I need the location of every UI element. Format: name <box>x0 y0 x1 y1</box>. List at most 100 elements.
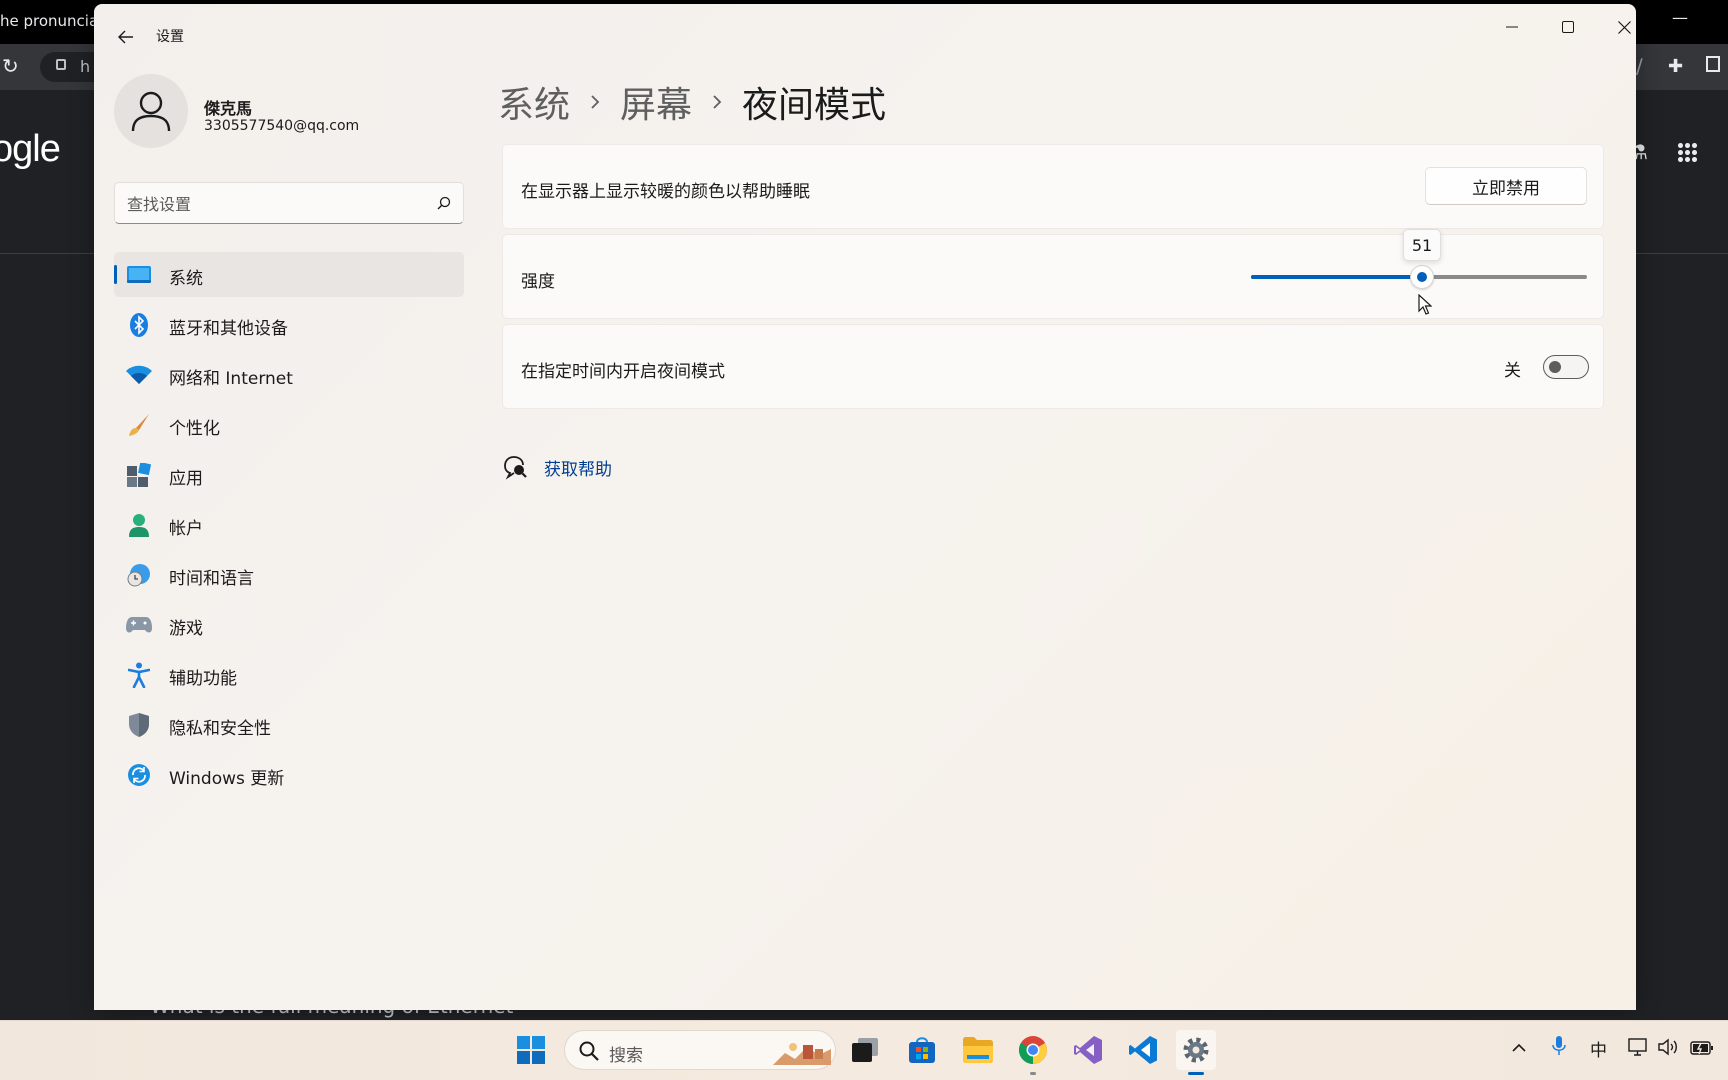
microphone-icon <box>1552 1036 1566 1055</box>
network-icon <box>1628 1038 1647 1056</box>
minimize-icon <box>1506 26 1518 28</box>
search-box[interactable] <box>114 182 464 224</box>
chrome-button[interactable] <box>1013 1030 1053 1070</box>
wifi-icon <box>126 362 152 388</box>
sidebar-item-label: Windows 更新 <box>169 769 285 789</box>
sidebar-item-label: 隐私和安全性 <box>169 719 271 739</box>
sidebar-item-label: 应用 <box>169 469 203 489</box>
close-icon <box>1617 20 1631 34</box>
task-view-button[interactable] <box>845 1030 885 1070</box>
search-icon <box>579 1041 599 1061</box>
maximize-button[interactable] <box>1542 10 1594 44</box>
globe-clock-icon <box>126 562 152 588</box>
strength-label: 强度 <box>521 272 555 292</box>
system-icon <box>126 262 152 288</box>
volume-icon <box>1658 1038 1677 1056</box>
schedule-label: 在指定时间内开启夜间模式 <box>521 362 725 382</box>
back-button[interactable] <box>110 22 142 52</box>
settings-taskbar-button[interactable] <box>1176 1030 1216 1070</box>
brush-icon <box>126 412 152 438</box>
battery-button[interactable] <box>1690 1040 1714 1061</box>
gear-icon <box>1183 1037 1209 1063</box>
running-indicator <box>1030 1072 1036 1075</box>
browser-minimize-icon[interactable]: — <box>1672 8 1688 27</box>
show-hidden-icons-button[interactable] <box>1512 1038 1526 1058</box>
network-button[interactable] <box>1628 1038 1648 1061</box>
store-icon <box>909 1037 935 1063</box>
toggle-knob <box>1549 361 1561 373</box>
browser-url: h <box>80 57 91 76</box>
taskbar-search-label: 搜索 <box>609 1046 643 1066</box>
sidebar-item-gaming[interactable]: 游戏 <box>114 602 464 647</box>
sidebar-item-accounts[interactable]: 帐户 <box>114 502 464 547</box>
accessibility-icon <box>126 662 152 688</box>
task-view-icon <box>852 1038 878 1062</box>
google-logo: ogle <box>0 128 61 170</box>
close-button[interactable] <box>1598 10 1636 44</box>
input-method-indicator[interactable]: 中 <box>1590 1036 1607 1061</box>
chevron-right-icon <box>590 94 600 110</box>
microphone-button[interactable] <box>1552 1036 1566 1061</box>
sidebar-item-network[interactable]: 网络和 Internet <box>114 352 464 397</box>
page-title: 夜间模式 <box>742 85 887 126</box>
start-button[interactable] <box>511 1030 551 1070</box>
sidebar-item-label: 帐户 <box>169 519 203 539</box>
user-name: 傑克馬 <box>204 99 253 118</box>
sidebar-item-apps[interactable]: 应用 <box>114 452 464 497</box>
browser-edit-icon[interactable]: ∕ <box>1636 54 1643 78</box>
sidebar-item-label: 网络和 Internet <box>169 369 293 389</box>
sidebar-item-label: 时间和语言 <box>169 569 254 589</box>
night-light-card: 在显示器上显示较暖的颜色以帮助睡眠 立即禁用 <box>502 144 1604 229</box>
user-email: 3305577540@qq.com <box>204 118 360 134</box>
disable-now-button[interactable]: 立即禁用 <box>1425 167 1587 205</box>
browser-address-bar[interactable]: h <box>40 52 100 82</box>
help-row: 获取帮助 <box>502 454 612 480</box>
sidebar-item-system[interactable]: 系统 <box>114 252 464 297</box>
settings-window: 设置 傑克馬 3305577540@qq.com 系统 <box>94 4 1636 1010</box>
sidebar-item-time-language[interactable]: 时间和语言 <box>114 552 464 597</box>
chevron-up-icon <box>1512 1043 1526 1052</box>
help-icon <box>504 456 527 480</box>
extensions-icon[interactable]: ✚ <box>1668 56 1683 77</box>
sidebar-item-personalization[interactable]: 个性化 <box>114 402 464 447</box>
file-explorer-button[interactable] <box>958 1030 998 1070</box>
sidebar-item-bluetooth[interactable]: 蓝牙和其他设备 <box>114 302 464 347</box>
schedule-toggle[interactable] <box>1543 355 1589 379</box>
gamepad-icon <box>126 612 152 638</box>
search-highlight-icon <box>773 1043 831 1065</box>
strength-slider[interactable]: 51 <box>1251 229 1587 289</box>
browser-tab-title[interactable]: he pronunciat <box>0 12 94 30</box>
sidebar-item-windows-update[interactable]: Windows 更新 <box>114 752 464 797</box>
toggle-state-label: 关 <box>1504 361 1521 381</box>
breadcrumb-system[interactable]: 系统 <box>498 76 570 128</box>
avatar[interactable] <box>114 74 188 148</box>
get-help-link[interactable]: 获取帮助 <box>544 455 612 480</box>
visual-studio-icon <box>1074 1036 1102 1064</box>
search-input[interactable] <box>127 192 417 216</box>
sidebar-item-label: 蓝牙和其他设备 <box>169 319 288 339</box>
folder-icon <box>963 1037 993 1063</box>
maximize-icon <box>1562 21 1574 33</box>
taskbar-search[interactable]: 搜索 <box>564 1030 836 1070</box>
breadcrumb-display[interactable]: 屏幕 <box>620 76 692 128</box>
google-apps-icon[interactable] <box>1677 142 1697 162</box>
battery-charging-icon <box>1690 1041 1713 1055</box>
microsoft-store-button[interactable] <box>902 1030 942 1070</box>
vscode-button[interactable] <box>1123 1030 1163 1070</box>
volume-button[interactable] <box>1658 1038 1678 1061</box>
search-icon[interactable] <box>437 196 451 210</box>
visual-studio-button[interactable] <box>1068 1030 1108 1070</box>
sidebar-item-label: 系统 <box>169 269 203 289</box>
title-bar: 设置 <box>94 4 1636 64</box>
vscode-icon <box>1129 1036 1157 1064</box>
windows-logo-icon <box>517 1036 545 1064</box>
minimize-button[interactable] <box>1486 10 1538 44</box>
chrome-icon <box>1019 1036 1047 1064</box>
side-panel-icon[interactable] <box>1706 56 1720 72</box>
sidebar-item-accessibility[interactable]: 辅助功能 <box>114 652 464 697</box>
sidebar-item-privacy[interactable]: 隐私和安全性 <box>114 702 464 747</box>
reload-icon[interactable]: ↻ <box>2 54 19 78</box>
slider-thumb[interactable] <box>1410 265 1434 289</box>
update-icon <box>126 762 152 788</box>
lock-icon <box>56 59 66 70</box>
